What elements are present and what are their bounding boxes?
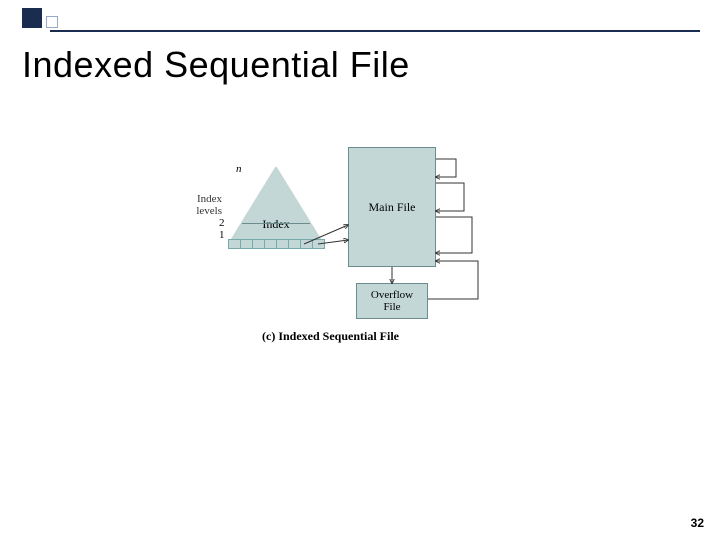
diagram-indexed-sequential-file: Indexlevels n 2 1 Index Main File Overfl… bbox=[172, 135, 512, 350]
header-bullets bbox=[22, 8, 58, 28]
connector-arrows bbox=[172, 135, 512, 350]
page-number: 32 bbox=[691, 516, 704, 530]
header-rule bbox=[50, 30, 700, 32]
header-bullet-dark bbox=[22, 8, 42, 28]
figure-caption: (c) Indexed Sequential File bbox=[262, 329, 399, 344]
slide-title: Indexed Sequential File bbox=[22, 44, 410, 86]
header-bullet-light bbox=[46, 16, 58, 28]
